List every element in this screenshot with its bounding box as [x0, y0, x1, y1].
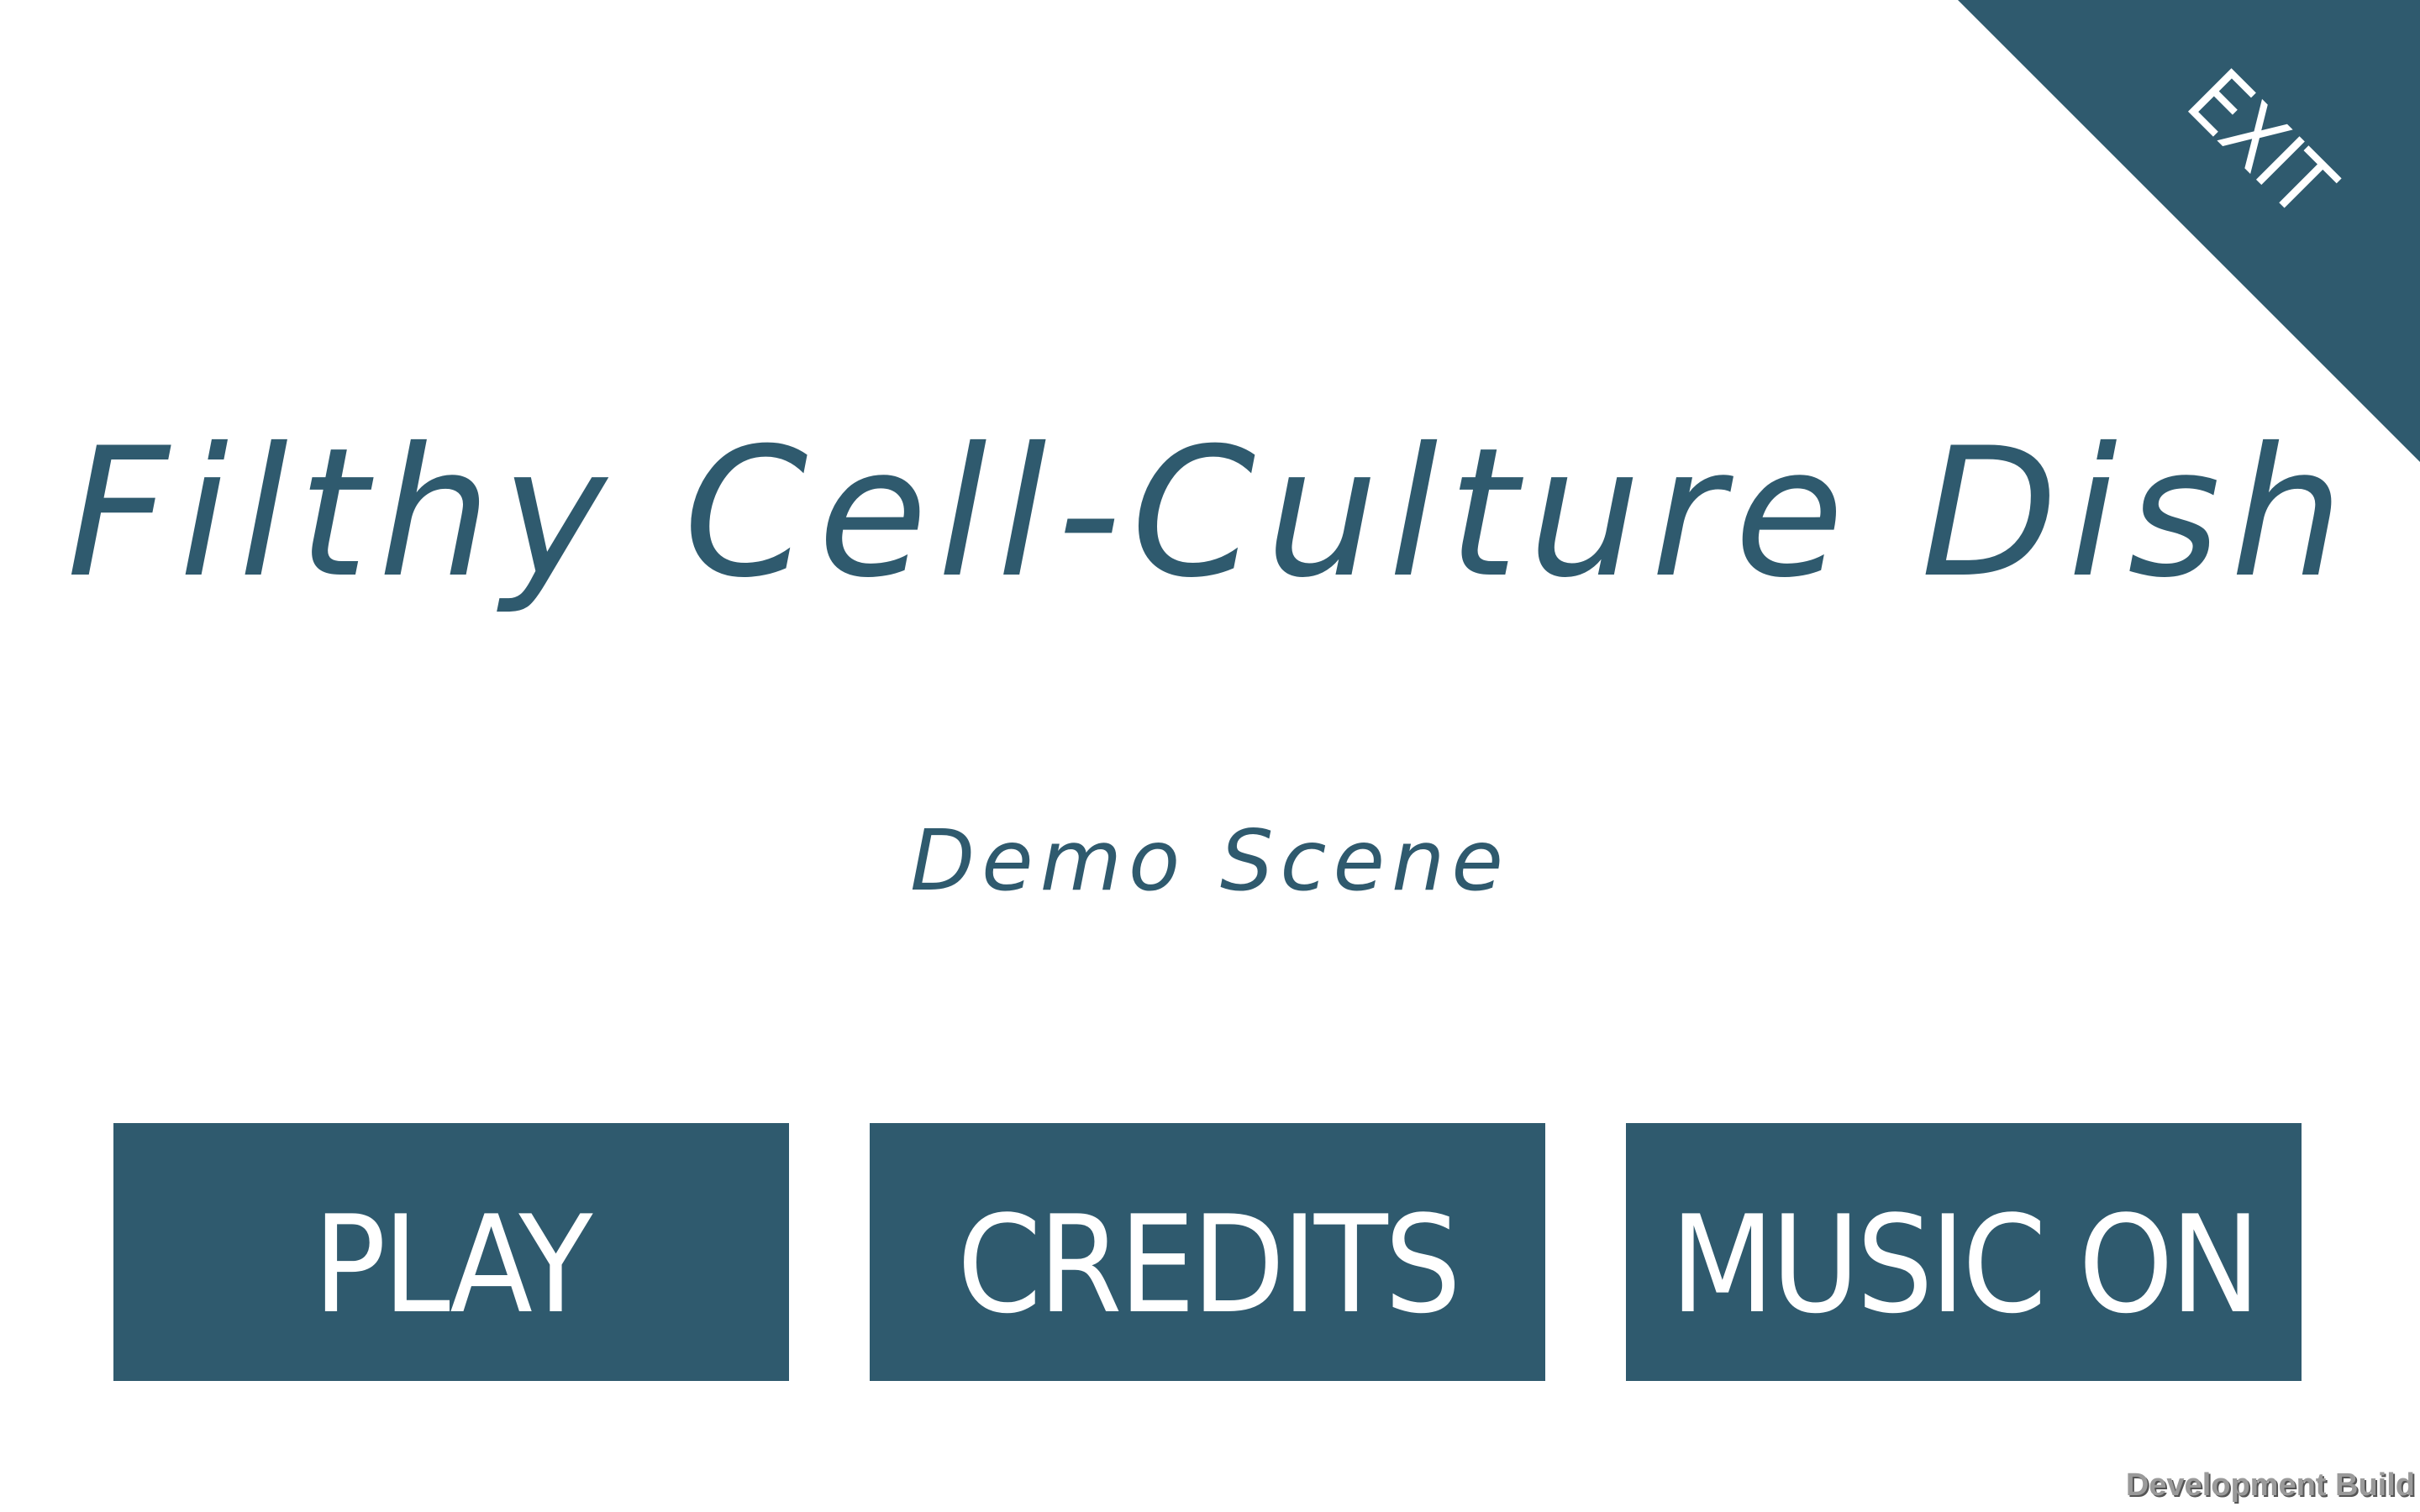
- development-build-label: Development Build: [2125, 1467, 2415, 1503]
- credits-button[interactable]: CREDITS: [870, 1123, 1545, 1381]
- scene-subtitle: Demo Scene: [910, 811, 1510, 910]
- game-title: Filthy Cell-Culture Dish: [66, 409, 2354, 617]
- music-toggle-button[interactable]: MUSIC ON: [1626, 1123, 2302, 1381]
- exit-button[interactable]: [1958, 0, 2420, 462]
- play-button[interactable]: PLAY: [113, 1123, 789, 1381]
